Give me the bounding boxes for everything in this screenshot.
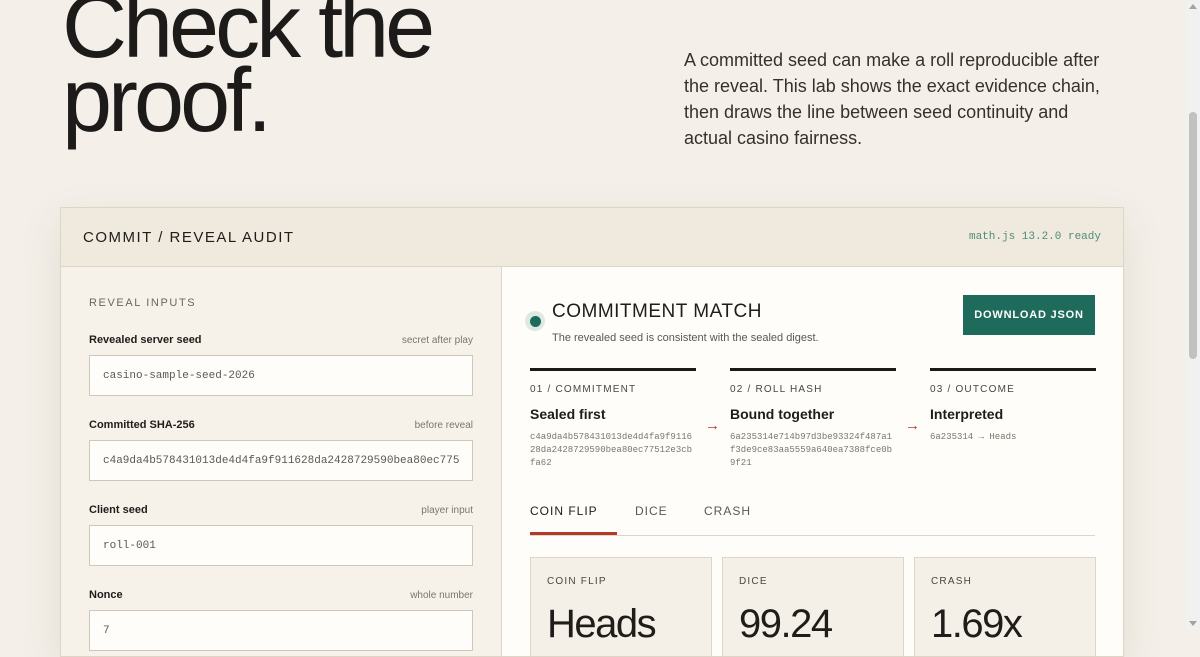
step-label: 03 / OUTCOME bbox=[930, 384, 1015, 395]
card-label: COIN FLIP bbox=[547, 576, 607, 587]
panel-header: COMMIT / REVEAL AUDIT math.js 13.2.0 rea… bbox=[61, 208, 1123, 267]
game-tabs: COIN FLIP DICE CRASH bbox=[530, 495, 1095, 536]
card-value: 1.69x bbox=[931, 602, 1023, 646]
commitment-hash-input[interactable] bbox=[89, 440, 473, 481]
chain-step-outcome: 03 / OUTCOME Interpreted 6a235314 → Head… bbox=[930, 368, 1096, 444]
field-label: Client seed bbox=[89, 504, 148, 516]
client-seed-input[interactable] bbox=[89, 525, 473, 566]
tab-crash[interactable]: CRASH bbox=[704, 495, 751, 535]
library-status: math.js 13.2.0 ready bbox=[968, 231, 1101, 243]
outcome-cards: COIN FLIP Heads DICE 99.24 CRASH 1.69x bbox=[530, 557, 1096, 657]
field-hint: secret after play bbox=[401, 335, 473, 346]
outcome-card-crash: CRASH 1.69x bbox=[914, 557, 1096, 657]
server-seed-field: Revealed server seed secret after play bbox=[89, 334, 473, 396]
commitment-field: Committed SHA-256 before reveal bbox=[89, 419, 473, 481]
field-hint: player input bbox=[421, 505, 473, 516]
chain-step-commitment: 01 / COMMITMENT Sealed first c4a9da4b578… bbox=[530, 368, 696, 470]
audit-panel: COMMIT / REVEAL AUDIT math.js 13.2.0 rea… bbox=[60, 207, 1124, 657]
step-detail: c4a9da4b578431013de4d4fa9f911628da242872… bbox=[530, 432, 693, 468]
client-seed-field: Client seed player input bbox=[89, 504, 473, 566]
tab-coin-flip[interactable]: COIN FLIP bbox=[530, 495, 617, 535]
card-value: Heads bbox=[547, 602, 657, 646]
nonce-field: Nonce whole number bbox=[89, 589, 473, 651]
hero-title: Check the proof. bbox=[62, 0, 435, 151]
scrollbar-thumb[interactable] bbox=[1189, 112, 1197, 359]
step-label: 01 / COMMITMENT bbox=[530, 384, 637, 395]
nonce-input[interactable] bbox=[89, 610, 473, 651]
step-title: Interpreted bbox=[930, 406, 1004, 422]
arrow-right-icon: → bbox=[905, 417, 920, 434]
step-title: Sealed first bbox=[530, 406, 606, 422]
hero-description: A committed seed can make a roll reprodu… bbox=[684, 50, 1100, 148]
step-title: Bound together bbox=[730, 406, 835, 422]
audit-results-panel: COMMITMENT MATCH The revealed seed is co… bbox=[502, 267, 1123, 657]
match-title: COMMITMENT MATCH bbox=[552, 301, 762, 322]
outcome-card-coin-flip: COIN FLIP Heads bbox=[530, 557, 712, 657]
match-subtitle: The revealed seed is consistent with the… bbox=[552, 332, 819, 344]
tab-dice[interactable]: DICE bbox=[635, 495, 668, 535]
reveal-inputs-panel: REVEAL INPUTS Revealed server seed secre… bbox=[61, 267, 502, 656]
step-detail: 6a235314e714b97d3be93324f487a1f3de9ce83a… bbox=[730, 432, 893, 468]
scroll-down-icon[interactable] bbox=[1189, 621, 1197, 626]
field-label: Revealed server seed bbox=[89, 334, 202, 346]
card-label: DICE bbox=[739, 576, 768, 587]
download-json-button[interactable]: DOWNLOAD JSON bbox=[963, 295, 1095, 335]
outcome-card-dice: DICE 99.24 bbox=[722, 557, 904, 657]
card-label: CRASH bbox=[931, 576, 973, 587]
match-status: COMMITMENT MATCH The revealed seed is co… bbox=[525, 295, 1095, 355]
field-label: Nonce bbox=[89, 589, 123, 601]
server-seed-input[interactable] bbox=[89, 355, 473, 396]
field-label: Committed SHA-256 bbox=[89, 419, 195, 431]
chain-step-roll-hash: 02 / ROLL HASH Bound together 6a235314e7… bbox=[730, 368, 896, 470]
step-detail: 6a235314 → Heads bbox=[930, 432, 1017, 442]
panel-title: COMMIT / REVEAL AUDIT bbox=[83, 228, 295, 246]
arrow-right-icon: → bbox=[705, 417, 720, 434]
card-value: 99.24 bbox=[739, 602, 833, 646]
field-hint: whole number bbox=[410, 590, 473, 601]
page-scrollbar[interactable] bbox=[1186, 0, 1200, 630]
status-dot-icon bbox=[525, 311, 545, 331]
section-label: REVEAL INPUTS bbox=[89, 297, 197, 309]
step-label: 02 / ROLL HASH bbox=[730, 384, 823, 395]
field-hint: before reveal bbox=[414, 420, 473, 431]
evidence-chain: 01 / COMMITMENT Sealed first c4a9da4b578… bbox=[530, 368, 1096, 495]
scroll-up-icon[interactable] bbox=[1189, 4, 1197, 9]
